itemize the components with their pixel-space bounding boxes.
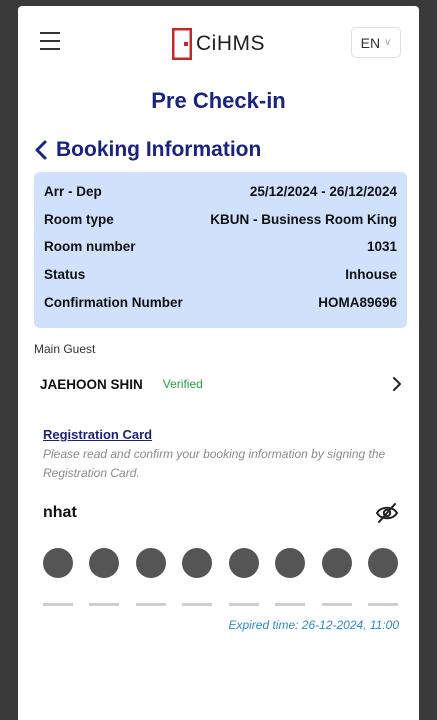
info-row-status: Status Inhouse — [44, 261, 397, 289]
info-label: Room type — [44, 211, 114, 227]
registration-note: Please read and confirm your booking inf… — [43, 447, 386, 480]
door-logo-icon — [172, 28, 192, 60]
pin-underline — [321, 603, 352, 606]
menu-bar-icon — [40, 32, 60, 34]
pin-underline — [89, 603, 120, 606]
main-guest-label: Main Guest — [34, 342, 96, 356]
registration-card-link[interactable]: Registration Card — [43, 427, 152, 442]
language-value: EN — [360, 34, 381, 51]
pin-dot — [228, 548, 259, 578]
info-value: Inhouse — [345, 267, 397, 283]
info-value: HOMA89696 — [318, 294, 397, 310]
pin-label: nhat — [43, 504, 77, 521]
info-row-arr-dep: Arr - Dep 25/12/2024 - 26/12/2024 — [44, 178, 397, 206]
main-guest-row[interactable]: JAEHOON SHIN Verified — [40, 370, 402, 398]
info-value: 25/12/2024 - 26/12/2024 — [249, 184, 397, 200]
pin-dot — [182, 548, 213, 578]
phone-screen: CiHMS EN ∨ Pre Check-in Booking Informat… — [18, 6, 419, 720]
pin-underline — [43, 603, 73, 606]
app-header: CiHMS EN ∨ — [18, 6, 419, 78]
page-title: Pre Check-in — [151, 88, 286, 113]
info-label: Room number — [44, 239, 136, 255]
pin-digit[interactable] — [367, 548, 398, 606]
pin-digit[interactable] — [321, 548, 352, 606]
language-selector[interactable]: EN ∨ — [351, 27, 401, 58]
pin-dot — [89, 548, 120, 578]
pin-dot — [321, 548, 352, 578]
cihms-logo: CiHMS — [172, 26, 265, 62]
pin-underline — [367, 603, 398, 606]
pin-digit[interactable] — [182, 548, 213, 606]
pin-dot — [367, 548, 398, 578]
menu-bar-icon — [40, 48, 60, 50]
info-label: Confirmation Number — [44, 294, 183, 310]
chevron-down-icon: ∨ — [384, 37, 392, 48]
chevron-right-icon — [393, 377, 401, 391]
verified-badge: Verified — [162, 377, 203, 391]
chevron-left-icon — [35, 140, 47, 160]
info-label: Arr - Dep — [44, 184, 102, 200]
pin-input-row[interactable] — [43, 548, 398, 606]
pin-dot — [275, 548, 306, 578]
info-row-room-number: Room number 1031 — [44, 233, 397, 261]
back-button[interactable]: Booking Information — [32, 138, 261, 162]
pin-digit[interactable] — [275, 548, 306, 606]
menu-bar-icon — [40, 40, 60, 42]
guest-name: JAEHOON SHIN — [40, 376, 143, 392]
logo-text: CiHMS — [196, 32, 265, 55]
info-label: Status — [44, 267, 86, 283]
pin-dot — [43, 548, 73, 578]
pin-digit[interactable] — [89, 548, 120, 606]
pin-digit[interactable] — [43, 548, 73, 606]
pin-underline — [135, 603, 166, 606]
booking-info-card: Arr - Dep 25/12/2024 - 26/12/2024 Room t… — [34, 172, 407, 328]
info-value: 1031 — [366, 239, 397, 255]
info-row-confirmation: Confirmation Number HOMA89696 — [44, 288, 397, 316]
pin-underline — [275, 603, 306, 606]
eye-off-icon[interactable] — [375, 502, 399, 524]
hamburger-menu-button[interactable] — [40, 32, 60, 50]
pin-digit[interactable] — [228, 548, 259, 606]
pin-digit[interactable] — [135, 548, 166, 606]
info-value: KBUN - Business Room King — [210, 211, 397, 227]
info-row-room-type: Room type KBUN - Business Room King — [44, 206, 397, 234]
pin-underline — [182, 603, 213, 606]
expired-time: Expired time: 26-12-2024, 11:00 — [228, 618, 399, 632]
section-title: Booking Information — [56, 138, 262, 161]
pin-dot — [135, 548, 166, 578]
pin-underline — [228, 603, 259, 606]
